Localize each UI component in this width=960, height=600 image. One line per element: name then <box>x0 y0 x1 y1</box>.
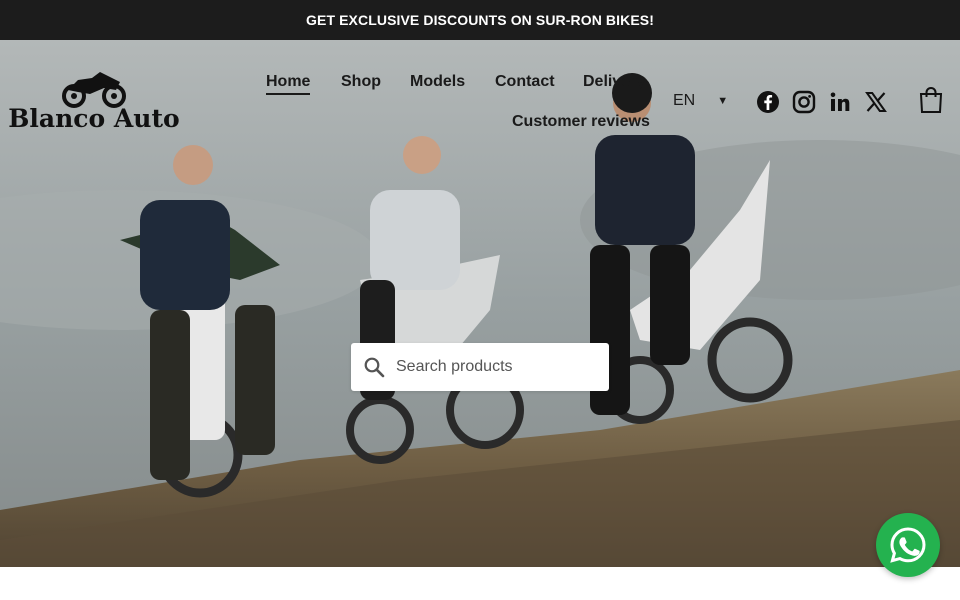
caret-down-icon: ▼ <box>717 95 729 107</box>
nav-item-customer-reviews[interactable]: Customer reviews <box>512 113 650 131</box>
search-input[interactable] <box>396 358 596 376</box>
promo-text: GET EXCLUSIVE DISCOUNTS ON SUR-RON BIKES… <box>306 12 654 28</box>
site-logo[interactable]: Blanco Auto <box>8 68 180 140</box>
promo-banner: GET EXCLUSIVE DISCOUNTS ON SUR-RON BIKES… <box>0 0 960 40</box>
instagram-icon[interactable] <box>792 90 816 114</box>
shopping-bag-icon[interactable] <box>918 86 944 114</box>
linkedin-icon[interactable] <box>828 90 852 114</box>
nav-item-home[interactable]: Home <box>266 73 311 95</box>
hero-section: Blanco Auto Home Shop Models Contact Del… <box>0 40 960 567</box>
motorcycle-logo-icon <box>62 72 126 108</box>
language-value: EN <box>673 92 696 109</box>
language-selector[interactable]: EN ▼ <box>673 92 728 110</box>
nav-item-shop[interactable]: Shop <box>341 73 381 91</box>
nav-item-contact[interactable]: Contact <box>495 73 555 91</box>
x-icon[interactable] <box>864 90 888 114</box>
nav-item-models[interactable]: Models <box>410 73 465 91</box>
search-icon <box>364 357 385 378</box>
whatsapp-chat-button[interactable] <box>876 513 940 577</box>
product-search-box[interactable] <box>351 343 609 391</box>
whatsapp-icon <box>890 527 926 563</box>
main-nav: Home Shop Models Contact Delivery Custom… <box>250 68 660 148</box>
facebook-icon[interactable] <box>756 90 780 114</box>
logo-text: Blanco Auto <box>8 104 180 133</box>
nav-item-delivery[interactable]: Delivery <box>583 73 645 91</box>
